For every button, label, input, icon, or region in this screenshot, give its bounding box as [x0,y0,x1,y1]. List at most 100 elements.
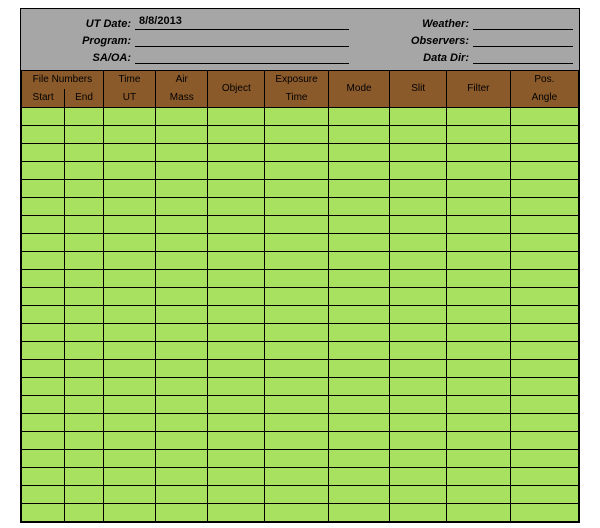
cell[interactable] [65,252,104,270]
cell[interactable] [390,396,447,414]
cell[interactable] [103,108,155,126]
cell[interactable] [208,432,265,450]
cell[interactable] [103,324,155,342]
cell[interactable] [265,162,329,180]
cell[interactable] [208,108,265,126]
cell[interactable] [265,486,329,504]
cell[interactable] [447,234,511,252]
cell[interactable] [447,450,511,468]
cell[interactable] [156,468,208,486]
cell[interactable] [208,342,265,360]
cell[interactable] [65,486,104,504]
cell[interactable] [328,216,389,234]
cell[interactable] [103,126,155,144]
cell[interactable] [510,180,578,198]
cell[interactable] [22,306,65,324]
cell[interactable] [265,504,329,522]
cell[interactable] [65,450,104,468]
cell[interactable] [390,414,447,432]
cell[interactable] [103,486,155,504]
cell[interactable] [22,414,65,432]
table-row[interactable] [22,252,579,270]
cell[interactable] [328,324,389,342]
cell[interactable] [447,216,511,234]
cell[interactable] [390,108,447,126]
cell[interactable] [328,504,389,522]
table-row[interactable] [22,216,579,234]
cell[interactable] [103,306,155,324]
cell[interactable] [208,180,265,198]
cell[interactable] [328,108,389,126]
cell[interactable] [447,396,511,414]
table-row[interactable] [22,306,579,324]
cell[interactable] [156,306,208,324]
cell[interactable] [22,162,65,180]
table-row[interactable] [22,486,579,504]
cell[interactable] [447,432,511,450]
cell[interactable] [22,108,65,126]
cell[interactable] [208,396,265,414]
cell[interactable] [103,342,155,360]
cell[interactable] [65,432,104,450]
cell[interactable] [22,432,65,450]
cell[interactable] [265,144,329,162]
cell[interactable] [447,126,511,144]
cell[interactable] [103,198,155,216]
cell[interactable] [65,396,104,414]
cell[interactable] [208,198,265,216]
cell[interactable] [208,468,265,486]
cell[interactable] [156,270,208,288]
cell[interactable] [65,378,104,396]
table-row[interactable] [22,198,579,216]
table-row[interactable] [22,414,579,432]
cell[interactable] [390,126,447,144]
cell[interactable] [390,432,447,450]
cell[interactable] [265,450,329,468]
table-row[interactable] [22,180,579,198]
cell[interactable] [510,504,578,522]
cell[interactable] [510,324,578,342]
cell[interactable] [390,378,447,396]
cell[interactable] [265,342,329,360]
cell[interactable] [208,378,265,396]
table-row[interactable] [22,396,579,414]
cell[interactable] [65,198,104,216]
cell[interactable] [65,216,104,234]
cell[interactable] [447,504,511,522]
cell[interactable] [510,198,578,216]
cell[interactable] [156,198,208,216]
cell[interactable] [22,396,65,414]
cell[interactable] [208,216,265,234]
cell[interactable] [447,108,511,126]
table-row[interactable] [22,504,579,522]
cell[interactable] [447,288,511,306]
cell[interactable] [447,306,511,324]
cell[interactable] [265,252,329,270]
cell[interactable] [328,396,389,414]
cell[interactable] [265,414,329,432]
cell[interactable] [328,486,389,504]
cell[interactable] [328,270,389,288]
cell[interactable] [156,396,208,414]
cell[interactable] [156,144,208,162]
cell[interactable] [447,468,511,486]
cell[interactable] [22,234,65,252]
cell[interactable] [390,504,447,522]
cell[interactable] [447,198,511,216]
table-row[interactable] [22,108,579,126]
cell[interactable] [208,144,265,162]
cell[interactable] [65,234,104,252]
cell[interactable] [156,432,208,450]
cell[interactable] [103,450,155,468]
cell[interactable] [328,450,389,468]
cell[interactable] [65,468,104,486]
cell[interactable] [265,234,329,252]
cell[interactable] [390,342,447,360]
cell[interactable] [328,162,389,180]
cell[interactable] [447,342,511,360]
cell[interactable] [156,216,208,234]
value-ut-date[interactable]: 8/8/2013 [135,15,349,30]
cell[interactable] [22,378,65,396]
table-row[interactable] [22,270,579,288]
cell[interactable] [156,252,208,270]
